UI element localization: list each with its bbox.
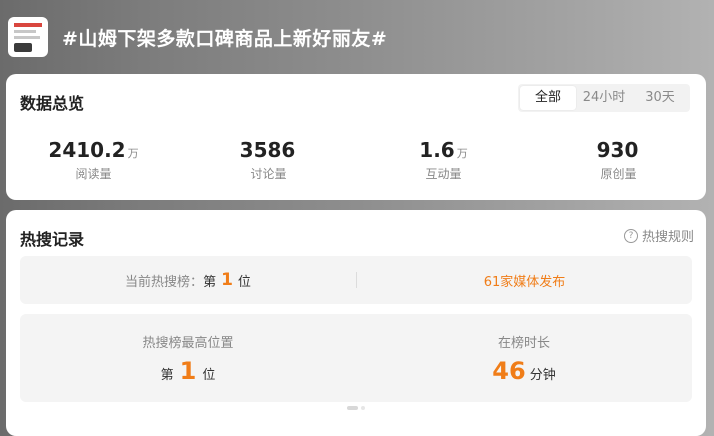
time-on-list-unit: 分钟: [529, 368, 556, 383]
highest-rank-label: 热搜榜最高位置: [142, 336, 234, 351]
overview-title: 数据总览: [20, 94, 85, 113]
tab-30d[interactable]: 30天: [632, 86, 688, 110]
rules-link-label: 热搜规则: [641, 230, 694, 245]
topic-header: #山姆下架多款口碑商品上新好丽友#: [0, 0, 714, 78]
stat-label: 阅读量: [75, 167, 112, 181]
question-circle-icon: ?: [623, 228, 638, 243]
stat-value: 1.6: [419, 138, 455, 162]
stat-value: 930: [596, 138, 639, 162]
tab-all[interactable]: 全部: [520, 86, 576, 110]
current-rank-value: 1: [221, 270, 233, 290]
stat-unit: 万: [127, 147, 139, 160]
current-rank-suffix: 位: [237, 274, 251, 290]
stat-originals: 930 原创量: [531, 138, 706, 182]
stat-value: 3586: [239, 138, 296, 162]
rank-detail-panel: 热搜榜最高位置 第 1 位 在榜时长 46 分钟: [20, 314, 692, 402]
stat-unit: 万: [456, 147, 468, 160]
hot-search-title: 热搜记录: [20, 230, 85, 249]
highest-rank-prefix: 第: [160, 368, 174, 383]
stats-row: 2410.2 万 阅读量 3586 讨论量 1.6 万 互动量 930 原创量: [6, 138, 706, 182]
carousel-indicator: [347, 406, 365, 410]
stat-discussions: 3586 讨论量: [181, 138, 356, 182]
time-on-list-value: 46: [492, 357, 526, 385]
tab-24h[interactable]: 24小时: [576, 86, 632, 110]
highest-rank-suffix: 位: [202, 368, 216, 383]
current-rank-label: 当前热搜榜：: [125, 274, 204, 290]
time-on-list: 在榜时长 46 分钟: [356, 314, 692, 402]
topic-title: #山姆下架多款口碑商品上新好丽友#: [62, 27, 388, 50]
stat-value: 2410.2: [48, 138, 126, 162]
current-rank: 当前热搜榜： 第 1 位: [20, 256, 356, 304]
topic-thumbnail: [8, 17, 48, 57]
highest-rank: 热搜榜最高位置 第 1 位: [20, 314, 356, 402]
carousel-dot-active: [347, 406, 358, 410]
highest-rank-value: 1: [179, 357, 197, 385]
stat-label: 原创量: [600, 167, 637, 181]
stat-reads: 2410.2 万 阅读量: [6, 138, 181, 182]
current-rank-prefix: 第: [203, 274, 217, 290]
current-rank-panel: 当前热搜榜： 第 1 位 61家媒体发布: [20, 256, 692, 304]
stat-interactions: 1.6 万 互动量: [356, 138, 531, 182]
data-overview-card: 数据总览 全部 24小时 30天 2410.2 万 阅读量 3586 讨论量 1.…: [6, 74, 706, 200]
stat-label: 互动量: [425, 167, 462, 181]
time-on-list-label: 在榜时长: [497, 336, 550, 351]
media-publish-link[interactable]: 61家媒体发布: [357, 256, 692, 304]
stat-label: 讨论量: [250, 167, 287, 181]
hot-search-rules-link[interactable]: ? 热搜规则: [623, 226, 694, 245]
time-range-tabs: 全部 24小时 30天: [518, 84, 690, 112]
carousel-dot: [361, 406, 365, 410]
hot-search-card: 热搜记录 ? 热搜规则 当前热搜榜： 第 1 位 61家媒体发布 热搜榜最高位置…: [6, 210, 706, 436]
